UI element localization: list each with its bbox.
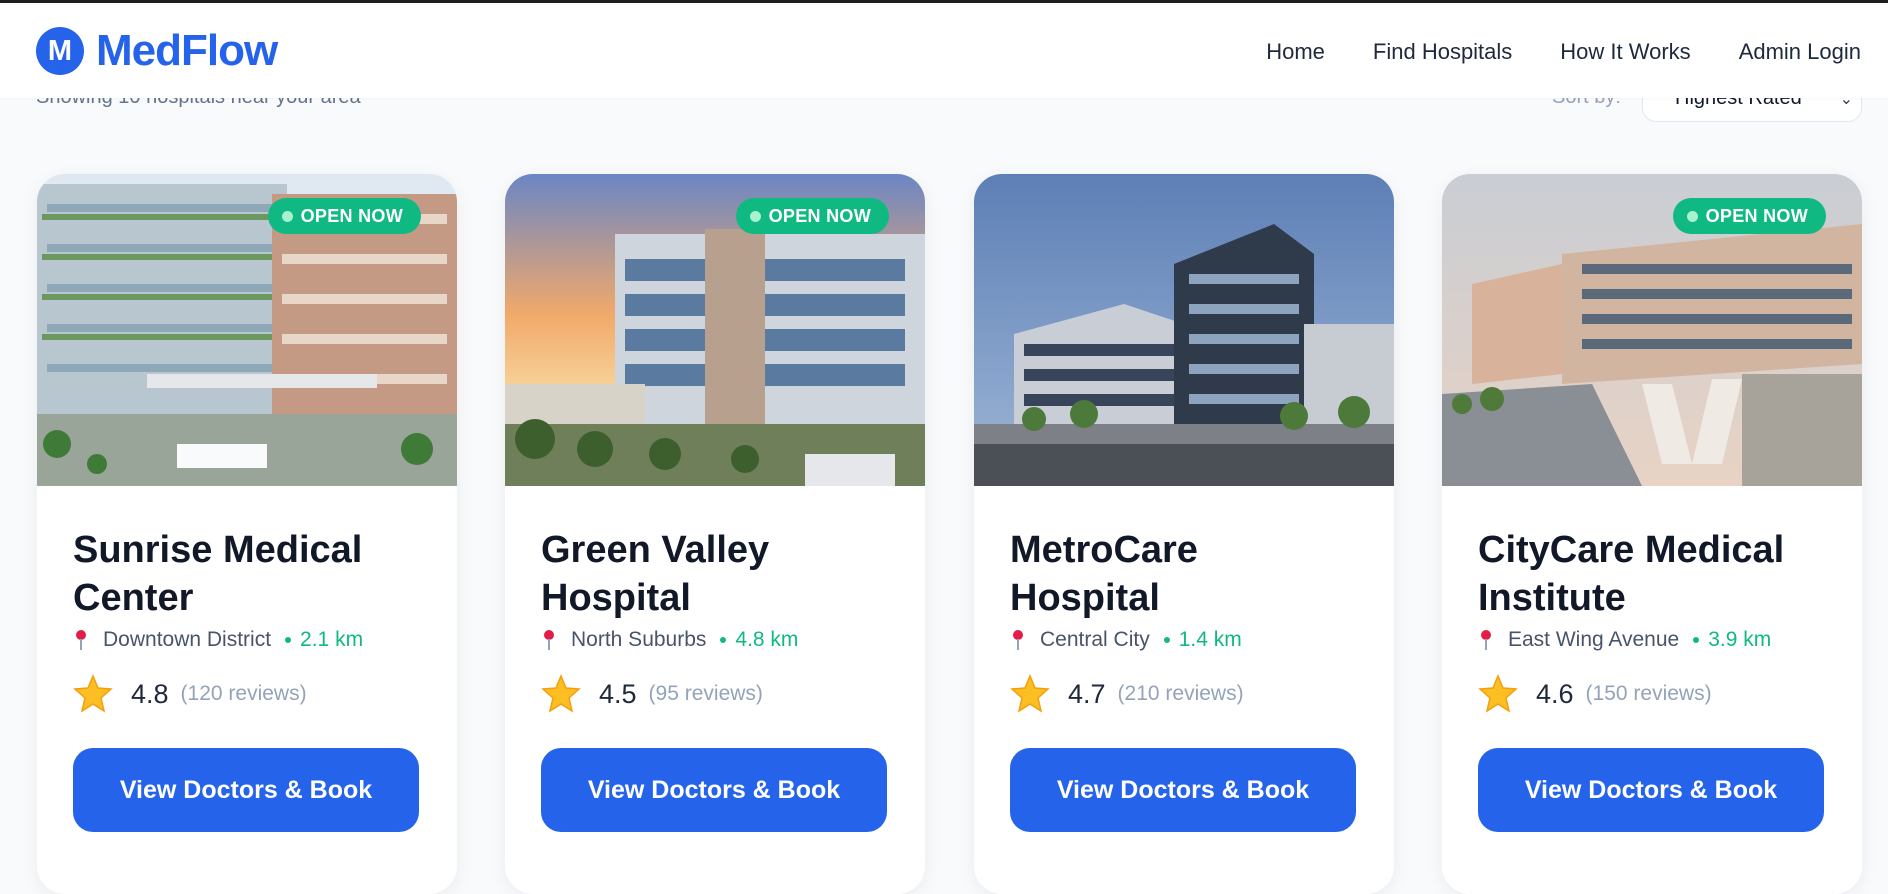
hospital-name-line: MetroCare Hospital <box>1010 529 1198 619</box>
review-count: (120 reviews) <box>180 682 307 705</box>
badge-label: OPEN NOW <box>1705 205 1808 226</box>
view-doctors-book-button[interactable]: View Doctors & Book <box>73 748 419 832</box>
location-row: Downtown District 2.1 km <box>73 628 421 652</box>
hospital-image <box>974 174 1394 486</box>
rating-value: 4.5 <box>599 678 637 709</box>
hospital-card: OPEN NOW CityCare Medical Institute East… <box>1442 174 1862 894</box>
location: East Wing Avenue <box>1508 628 1680 651</box>
nav-how-it-works[interactable]: How It Works <box>1560 39 1690 65</box>
status-dot <box>749 210 761 222</box>
star-icon <box>541 674 581 713</box>
rating-value: 4.7 <box>1068 678 1106 709</box>
hospital-name[interactable]: Green Valley Hospital <box>541 526 889 622</box>
location-row: Central City 1.4 km <box>1010 628 1358 652</box>
rating-row: 4.6 (150 reviews) <box>1478 674 1826 714</box>
view-doctors-book-button[interactable]: View Doctors & Book <box>1010 748 1356 832</box>
map-pin-icon <box>76 630 86 650</box>
hospital-name-line: Sunrise Medical <box>73 529 363 571</box>
distance-dot <box>720 637 727 643</box>
status-dot <box>1686 210 1698 222</box>
hospital-card: MetroCare Hospital Central City 1.4 km 4… <box>974 174 1394 894</box>
location: North Suburbs <box>571 628 707 651</box>
rating-value: 4.6 <box>1536 678 1574 709</box>
hospital-image: OPEN NOW <box>505 174 925 486</box>
hospital-name[interactable]: CityCare Medical Institute <box>1478 526 1826 622</box>
top-navbar: M MedFlow Home Find Hospitals How It Wor… <box>0 3 1888 98</box>
distance-dot <box>1693 637 1700 643</box>
distance-dot <box>1163 637 1170 643</box>
open-now-badge: OPEN NOW <box>1672 198 1826 234</box>
open-now-badge: OPEN NOW <box>267 198 421 234</box>
nav-links: Home Find Hospitals How It Works Admin L… <box>1266 39 1861 65</box>
distance: 1.4 km <box>1178 628 1242 651</box>
star-icon <box>1478 674 1518 713</box>
hospital-name-line: CityCare Medical <box>1478 529 1785 571</box>
badge-label: OPEN NOW <box>300 205 403 226</box>
brand-name: MedFlow <box>96 26 278 75</box>
logo-icon: M <box>36 27 84 75</box>
hospital-name-line: Institute <box>1478 577 1626 619</box>
rating-row: 4.8 (120 reviews) <box>73 674 421 714</box>
badge-label: OPEN NOW <box>768 205 871 226</box>
location: Central City <box>1040 628 1150 651</box>
status-dot <box>281 210 293 222</box>
distance: 2.1 km <box>300 628 364 651</box>
location-row: North Suburbs 4.8 km <box>541 628 889 652</box>
location: Downtown District <box>103 628 272 651</box>
review-count: (150 reviews) <box>1585 682 1712 705</box>
location-row: East Wing Avenue 3.9 km <box>1478 628 1826 652</box>
hospital-image: OPEN NOW <box>37 174 457 486</box>
hospital-name-line: Center <box>73 577 194 619</box>
distance: 4.8 km <box>735 628 799 651</box>
review-count: (210 reviews) <box>1117 682 1244 705</box>
map-pin-icon <box>544 630 554 650</box>
map-pin-icon <box>1013 630 1023 650</box>
rating-row: 4.5 (95 reviews) <box>541 674 889 714</box>
hospital-image: OPEN NOW <box>1442 174 1862 486</box>
rating-row: 4.7 (210 reviews) <box>1010 674 1358 714</box>
nav-home[interactable]: Home <box>1266 39 1325 65</box>
distance: 3.9 km <box>1708 628 1772 651</box>
distance-dot <box>285 637 292 643</box>
brand[interactable]: M MedFlow <box>36 26 278 76</box>
open-now-badge: OPEN NOW <box>735 198 889 234</box>
hospital-name[interactable]: MetroCare Hospital <box>1010 526 1358 622</box>
rating-value: 4.8 <box>131 678 169 709</box>
star-icon <box>73 674 113 713</box>
hospital-name-line: Green Valley <box>541 529 770 571</box>
map-pin-icon <box>1481 630 1491 650</box>
nav-find-hospitals[interactable]: Find Hospitals <box>1373 39 1512 65</box>
hospital-card: OPEN NOW Green Valley Hospital North Sub… <box>505 174 925 894</box>
hospital-card: OPEN NOW Sunrise Medical Center Downtown… <box>37 174 457 894</box>
view-doctors-book-button[interactable]: View Doctors & Book <box>1478 748 1824 832</box>
view-doctors-book-button[interactable]: View Doctors & Book <box>541 748 887 832</box>
star-icon <box>1010 674 1050 713</box>
hospital-name[interactable]: Sunrise Medical Center <box>73 526 421 622</box>
nav-admin-login[interactable]: Admin Login <box>1739 39 1861 65</box>
review-count: (95 reviews) <box>648 682 763 705</box>
hospital-name-line: Hospital <box>541 577 691 619</box>
